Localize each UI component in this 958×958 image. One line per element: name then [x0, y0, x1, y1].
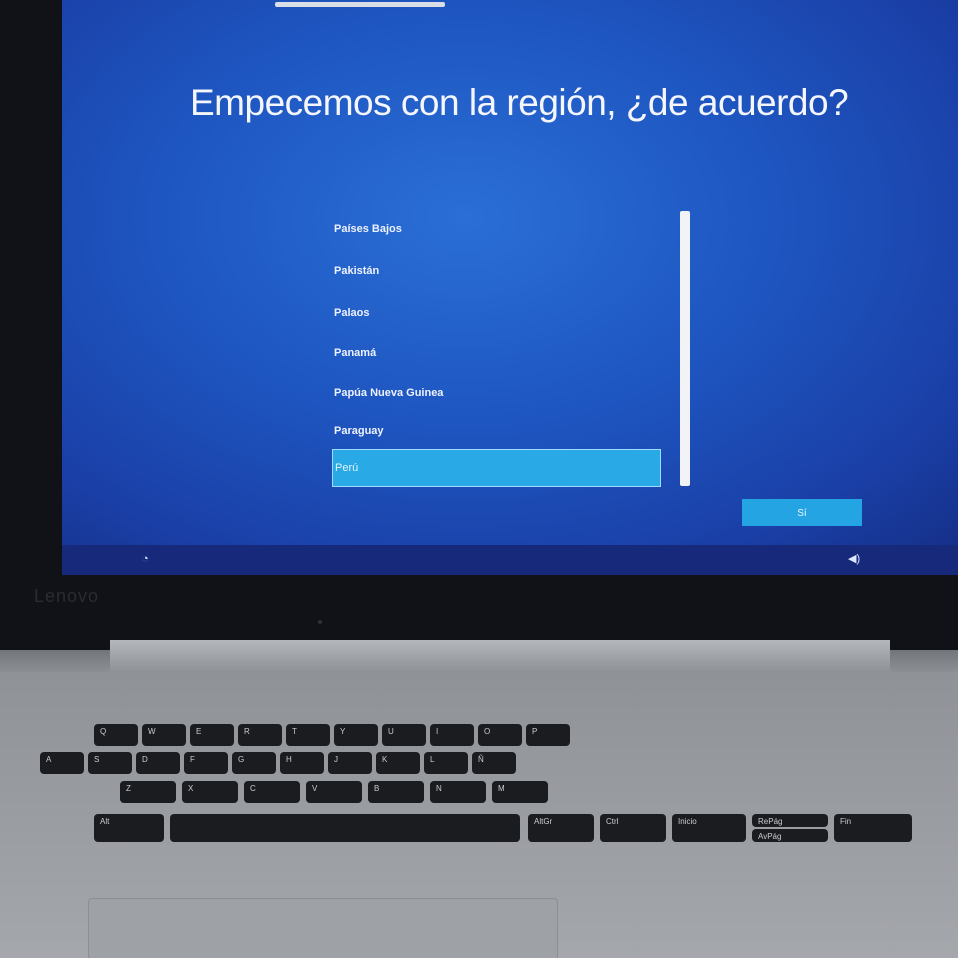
keyboard-key[interactable]: Fin — [834, 814, 912, 842]
keyboard-key[interactable]: S — [88, 752, 132, 774]
keyboard-key[interactable]: R — [238, 724, 282, 746]
confirm-button[interactable]: Sí — [742, 499, 862, 526]
hinge — [110, 640, 890, 672]
keyboard-key[interactable]: U — [382, 724, 426, 746]
list-item-selected[interactable]: Perú — [332, 449, 661, 487]
keyboard-key[interactable]: A — [40, 752, 84, 774]
keyboard-key[interactable]: Ctrl — [600, 814, 666, 842]
keyboard-key[interactable]: Inicio — [672, 814, 746, 842]
photo: Empecemos con la región, ¿de acuerdo? Pa… — [0, 0, 958, 958]
keyboard-key[interactable]: Alt — [94, 814, 164, 842]
keyboard-key[interactable]: Y — [334, 724, 378, 746]
brand-logo: Lenovo — [34, 586, 100, 606]
keyboard-key[interactable]: V — [306, 781, 362, 803]
scrollbar[interactable] — [680, 211, 690, 486]
setup-bottom-bar — [62, 545, 958, 575]
keyboard-key[interactable]: O — [478, 724, 522, 746]
keyboard-key[interactable]: D — [136, 752, 180, 774]
keyboard-key[interactable]: G — [232, 752, 276, 774]
space-key[interactable] — [170, 814, 520, 842]
list-item[interactable]: Panamá — [332, 335, 659, 371]
keyboard-key[interactable]: Z — [120, 781, 176, 803]
touchpad[interactable] — [88, 898, 558, 958]
keyboard-key[interactable]: L — [424, 752, 468, 774]
list-item[interactable]: Papúa Nueva Guinea — [332, 375, 659, 411]
keyboard-key[interactable]: N — [430, 781, 486, 803]
list-item[interactable]: Paraguay — [332, 413, 659, 449]
keyboard-key[interactable]: F — [184, 752, 228, 774]
keyboard-key[interactable]: T — [286, 724, 330, 746]
region-list[interactable]: Países Bajos Pakistán Palaos Panamá Papú… — [332, 207, 690, 487]
keyboard-key[interactable]: H — [280, 752, 324, 774]
accessibility-icon[interactable]: ◔ — [142, 553, 154, 565]
keyboard-key[interactable]: J — [328, 752, 372, 774]
keyboard-key[interactable]: RePág — [752, 814, 828, 827]
keyboard-key[interactable]: AvPág — [752, 829, 828, 842]
keyboard-key[interactable]: X — [182, 781, 238, 803]
webcam — [318, 620, 322, 624]
keyboard-key[interactable]: Q — [94, 724, 138, 746]
keyboard-key[interactable]: AltGr — [528, 814, 594, 842]
keyboard-key[interactable]: W — [142, 724, 186, 746]
keyboard-key[interactable]: I — [430, 724, 474, 746]
keyboard-key[interactable]: Ñ — [472, 752, 516, 774]
keyboard-key[interactable]: B — [368, 781, 424, 803]
keyboard-key[interactable]: M — [492, 781, 548, 803]
progress-indicator — [275, 2, 445, 7]
keyboard-key[interactable]: K — [376, 752, 420, 774]
list-item[interactable]: Palaos — [332, 295, 659, 331]
list-item[interactable]: Pakistán — [332, 253, 659, 289]
list-item[interactable]: Países Bajos — [332, 211, 659, 247]
keyboard-key[interactable]: E — [190, 724, 234, 746]
volume-icon[interactable]: ◀) — [848, 553, 862, 565]
page-title: Empecemos con la región, ¿de acuerdo? — [190, 82, 849, 123]
keyboard-key[interactable]: C — [244, 781, 300, 803]
keyboard: Q W E R T Y U I O P A S D F G H J K L Ñ … — [0, 688, 958, 858]
keyboard-key[interactable]: P — [526, 724, 570, 746]
